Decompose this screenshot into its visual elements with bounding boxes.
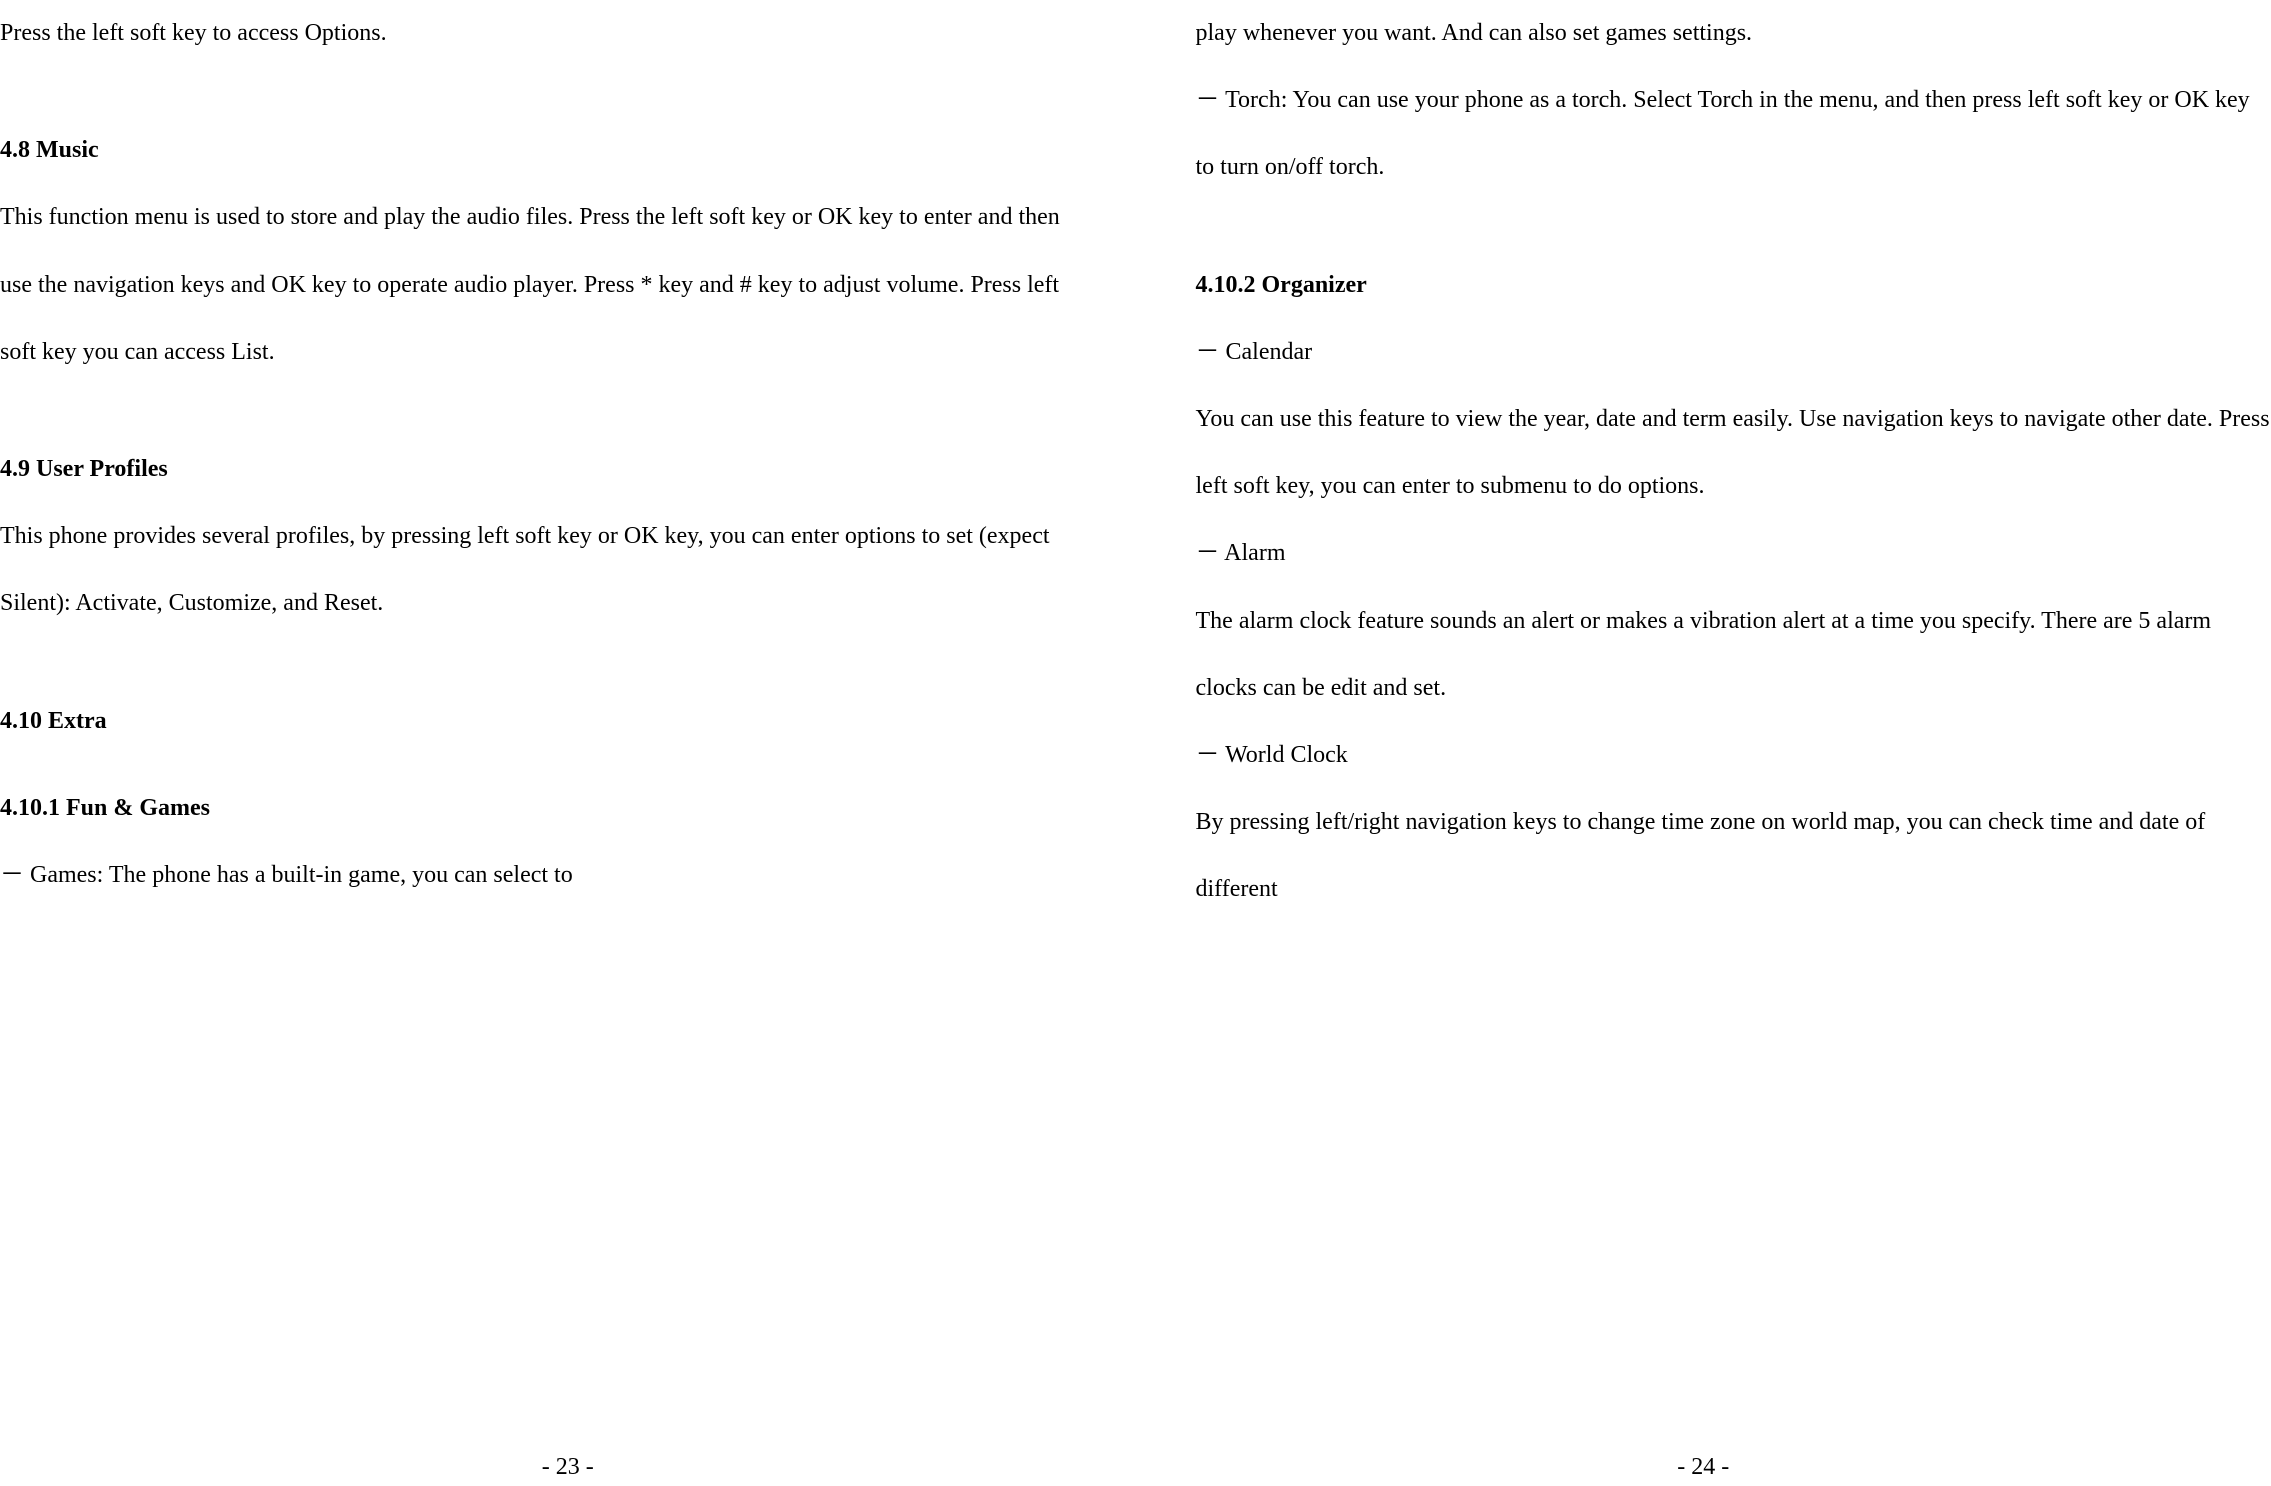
torch-paragraph: － Torch: You can use your phone as a tor…	[1196, 67, 2271, 201]
calendar-paragraph: You can use this feature to view the yea…	[1196, 386, 2271, 520]
heading-user-profiles: 4.9 User Profiles	[0, 436, 1076, 503]
games-continuation: play whenever you want. And can also set…	[1196, 0, 2271, 67]
page-left: Press the left soft key to access Option…	[0, 0, 1136, 1486]
profiles-paragraph: This phone provides several profiles, by…	[0, 503, 1076, 637]
options-line: Press the left soft key to access Option…	[0, 0, 1076, 67]
heading-extra: 4.10 Extra	[0, 688, 1076, 755]
alarm-label: － Alarm	[1196, 520, 2271, 587]
page-number-right: - 24 -	[1136, 1454, 2271, 1481]
games-paragraph: － Games: The phone has a built-in game, …	[0, 842, 1076, 909]
spacer	[1196, 202, 2271, 232]
heading-music: 4.8 Music	[0, 117, 1076, 184]
world-clock-paragraph: By pressing left/right navigation keys t…	[1196, 789, 2271, 923]
music-paragraph: This function menu is used to store and …	[0, 184, 1076, 386]
page-right: play whenever you want. And can also set…	[1136, 0, 2271, 1486]
calendar-label: － Calendar	[1196, 319, 2271, 386]
heading-fun-games: 4.10.1 Fun & Games	[0, 775, 1076, 842]
alarm-paragraph: The alarm clock feature sounds an alert …	[1196, 588, 2271, 722]
heading-organizer: 4.10.2 Organizer	[1196, 252, 2271, 319]
spacer	[0, 386, 1076, 416]
page-left-content: Press the left soft key to access Option…	[0, 0, 1076, 1486]
world-clock-label: － World Clock	[1196, 722, 2271, 789]
spacer	[0, 67, 1076, 97]
page-number-left: - 23 -	[0, 1454, 1136, 1481]
page-right-content: play whenever you want. And can also set…	[1196, 0, 2271, 1486]
spacer	[0, 638, 1076, 668]
